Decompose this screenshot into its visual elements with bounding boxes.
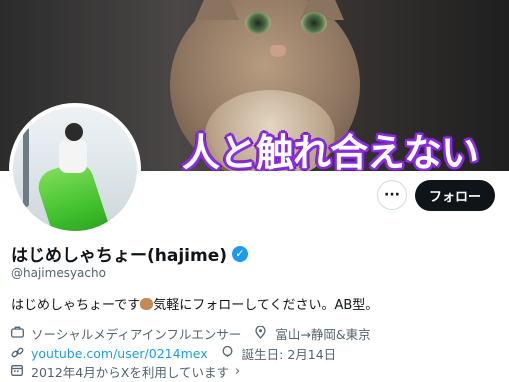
briefcase-icon [11, 326, 27, 341]
chevron-right-icon[interactable]: › [235, 364, 240, 379]
more-options-button[interactable]: ··· [377, 180, 407, 210]
bio-text-end: 気軽にフォローしてください。AB型。 [153, 298, 379, 313]
handle: @hajimesyacho [11, 266, 106, 280]
cat-eye-left [245, 12, 271, 34]
verified-badge-icon[interactable]: ✓ [232, 245, 249, 262]
avatar-person-body [59, 139, 87, 173]
avatar-person-head [65, 123, 83, 141]
bio: はじめしゃちょーです 気軽にフォローしてください。AB型。 [11, 294, 378, 313]
bio-text-start: はじめしゃちょーです [11, 298, 141, 313]
meta-row-2: youtube.com/user/0214mex 誕生日: 2月14日 [11, 344, 336, 363]
cat-eye-right [301, 12, 327, 34]
link-icon [11, 346, 27, 362]
joined-label: 2012年4月からXを利用しています [31, 365, 229, 380]
bear-emoji-icon [140, 298, 154, 310]
name-row: はじめしゃちょー(hajime) ✓ [11, 241, 249, 266]
banner-caption: 人と触れ合えない [182, 130, 479, 171]
cat-ear-left [195, 0, 239, 20]
display-name: はじめしゃちょー(hajime) [11, 246, 228, 266]
more-options-icon: ··· [384, 187, 400, 203]
category-label: ソーシャルメディアインフルエンサー [31, 327, 242, 342]
location-label: 富山→静岡&東京 [275, 327, 371, 342]
location-pin-icon [255, 324, 271, 342]
meta-row-1: ソーシャルメディアインフルエンサー 富山→静岡&東京 [11, 324, 371, 343]
balloon-icon [222, 345, 238, 362]
follow-button[interactable]: フォロー [415, 180, 495, 211]
website-link[interactable]: youtube.com/user/0214mex [31, 346, 208, 361]
avatar[interactable] [9, 103, 141, 235]
birthday-label: 誕生日: 2月14日 [241, 347, 337, 362]
calendar-icon [11, 364, 27, 379]
cat-nose [270, 45, 286, 57]
meta-row-3[interactable]: 2012年4月からXを利用しています › [11, 362, 240, 381]
avatar-pole [23, 127, 29, 207]
